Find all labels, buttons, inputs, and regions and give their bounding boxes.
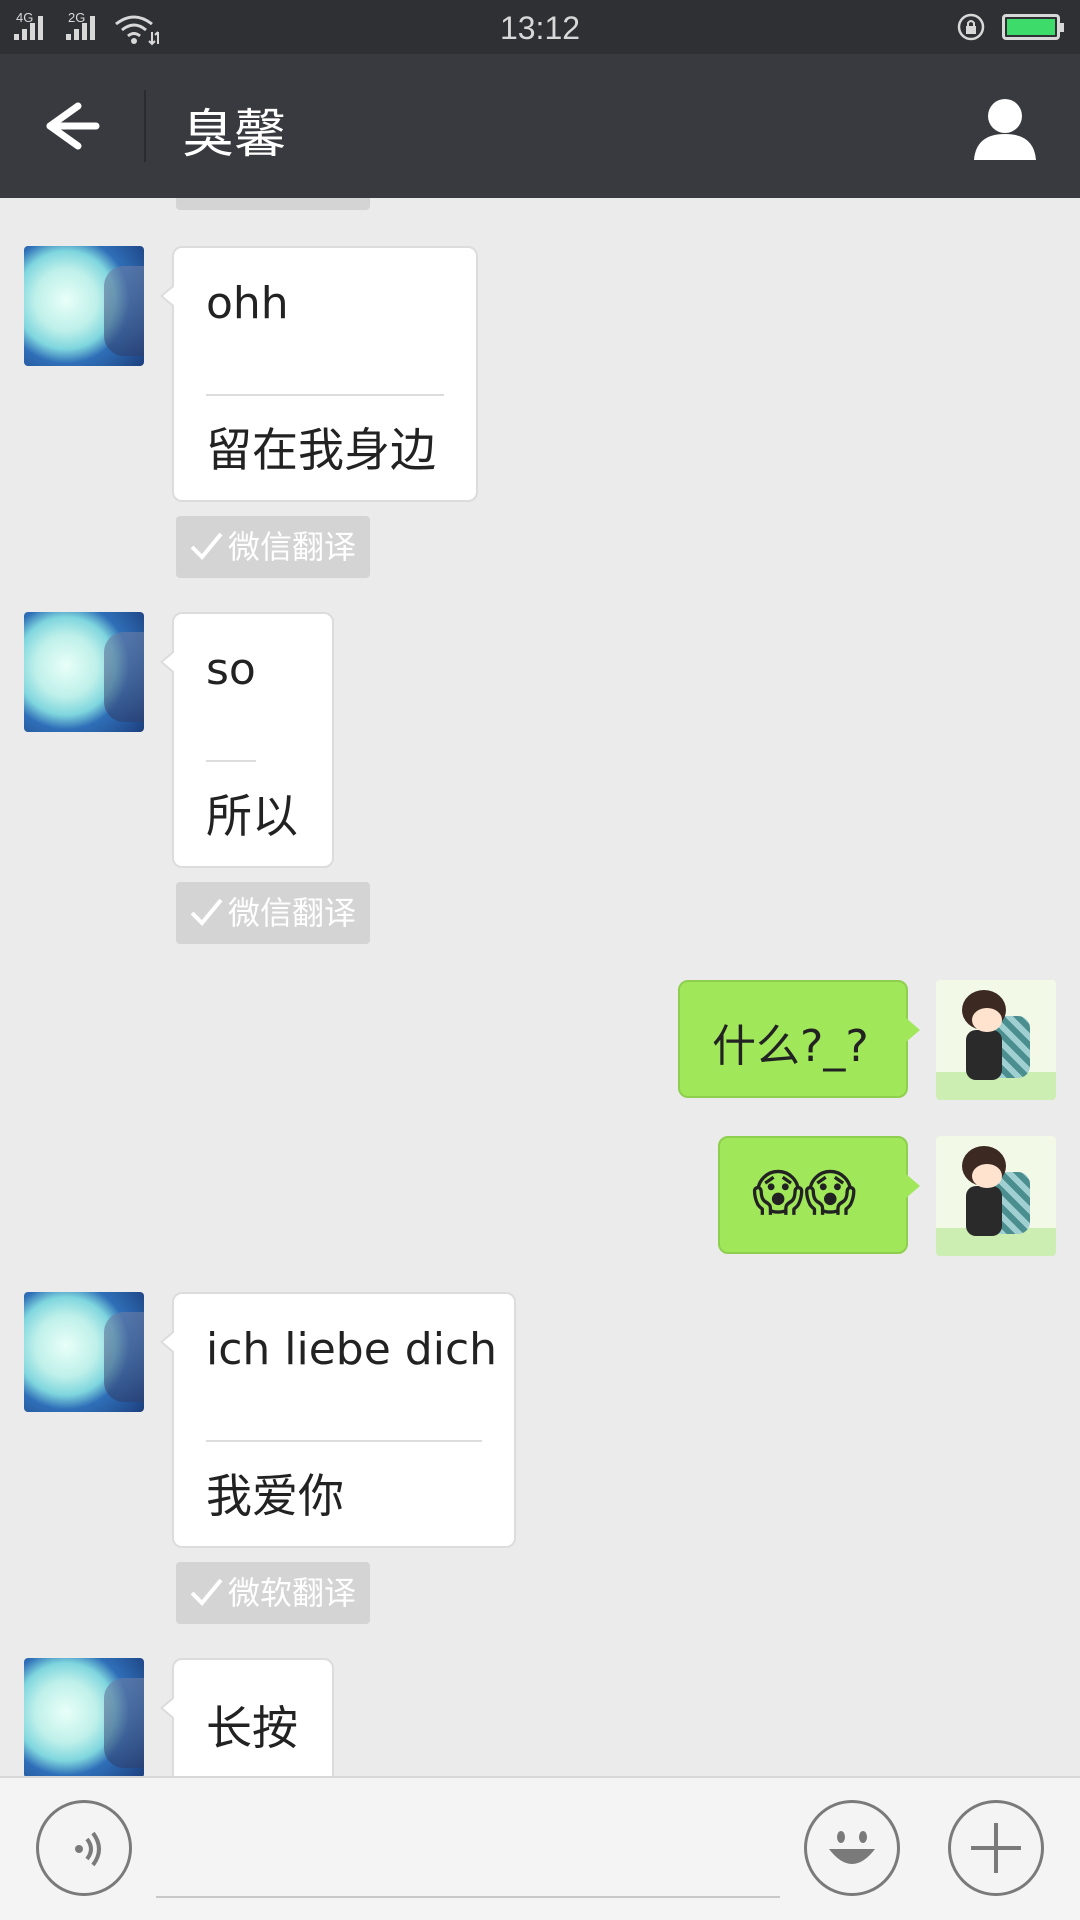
message-translation-text: 我爱你 (206, 1469, 344, 1523)
battery-icon (1002, 14, 1064, 40)
message-input[interactable] (156, 1896, 780, 1898)
check-icon (190, 532, 223, 560)
check-icon (190, 1578, 223, 1606)
back-arrow-icon[interactable] (30, 96, 110, 156)
person-icon[interactable] (970, 94, 1040, 164)
translation-tag-label: 微信翻译 (228, 894, 357, 932)
translation-tag-label: 微软翻译 (228, 1574, 357, 1612)
message-original-text: ich liebe dich (206, 1324, 498, 1375)
message-bubble-outgoing[interactable]: 😱😱 (718, 1136, 920, 1254)
voice-icon (75, 1831, 101, 1867)
message-translation-text: 所以 (206, 789, 298, 843)
status-bar: 4G 2G 13:12 (0, 0, 1080, 54)
message-translation-text: 留在我身边 (206, 423, 436, 477)
translation-divider (206, 760, 256, 762)
message-bubble-incoming[interactable]: ich liebe dich 我爱你 (160, 1292, 516, 1548)
contact-avatar[interactable] (24, 1292, 144, 1412)
message-original-text: ohh (206, 278, 289, 329)
message-bubble-incoming[interactable]: so 所以 (160, 612, 334, 868)
user-avatar[interactable] (936, 1136, 1056, 1256)
user-avatar[interactable] (936, 980, 1056, 1100)
message-bubble-incoming[interactable]: ohh 留在我身边 (160, 246, 478, 502)
message-bubble-outgoing[interactable]: 什么?_? (678, 980, 920, 1098)
chat-area[interactable]: ohh 留在我身边 微信翻译 so 所以 微信翻译 什么?_? 😱😱 ich l… (0, 198, 1080, 1776)
translation-divider (206, 1440, 482, 1442)
chat-header: 臭馨 (0, 54, 1080, 198)
emoji-button[interactable] (804, 1800, 900, 1896)
contact-avatar[interactable] (24, 246, 144, 366)
message-bubble-incoming[interactable]: 长按 (160, 1658, 334, 1776)
translation-tag-partial (176, 198, 370, 210)
clock: 13:12 (499, 10, 581, 46)
translation-tag-label: 微信翻译 (228, 528, 357, 566)
contact-avatar[interactable] (24, 1658, 144, 1776)
chat-title: 臭馨 (182, 105, 287, 165)
message-original-text: so (206, 644, 256, 695)
plus-button[interactable] (948, 1800, 1044, 1896)
check-icon (190, 898, 223, 926)
header-divider (144, 90, 146, 162)
translation-tag[interactable]: 微软翻译 (176, 1562, 370, 1624)
voice-button[interactable] (36, 1800, 132, 1896)
message-text: 长按 (206, 1701, 298, 1755)
translation-tag[interactable]: 微信翻译 (176, 882, 370, 944)
message-text: 什么?_? (712, 1021, 869, 1072)
smiley-icon (829, 1831, 875, 1864)
translation-tag[interactable]: 微信翻译 (176, 516, 370, 578)
plus-icon (971, 1823, 1021, 1873)
translation-divider (206, 394, 444, 396)
emoji-message-text: 😱😱 (752, 1164, 857, 1222)
contact-avatar[interactable] (24, 612, 144, 732)
input-bar (0, 1776, 1080, 1920)
rotation-lock-icon (957, 13, 985, 41)
